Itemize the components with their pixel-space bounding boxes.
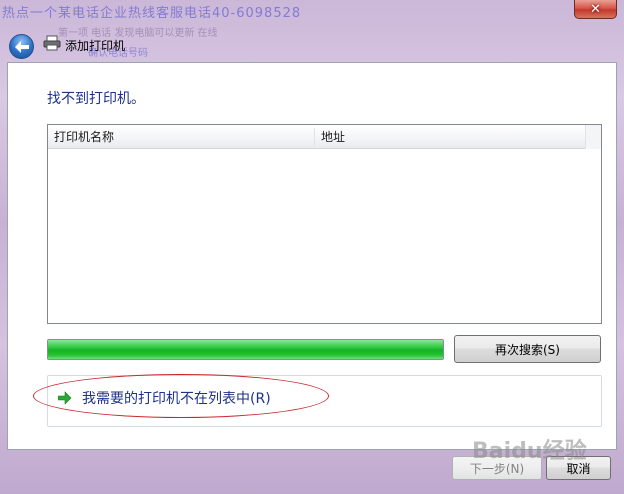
page-heading: 找不到打印机。 [47, 91, 145, 107]
printer-list[interactable]: 打印机名称 地址 [47, 124, 602, 324]
printer-icon [43, 35, 61, 51]
search-progress-bar [47, 339, 444, 360]
header-filler [585, 125, 601, 149]
annotation-ellipse [33, 374, 329, 418]
baidu-watermark: Baidu经验 [472, 438, 587, 464]
progress-fill [48, 340, 443, 359]
close-icon: ✕ [590, 1, 601, 17]
column-header-printer-name[interactable]: 打印机名称 [54, 125, 114, 149]
list-header: 打印机名称 地址 [48, 125, 585, 149]
background-text-line1: 热点一个某电话企业热线客服电话40-6098528 [2, 6, 302, 21]
back-button[interactable] [9, 34, 34, 59]
search-again-button[interactable]: 再次搜索(S) [454, 335, 601, 363]
column-divider[interactable] [314, 128, 315, 146]
window-title: 添加打印机 [65, 39, 126, 53]
close-button[interactable]: ✕ [574, 0, 617, 19]
column-header-address[interactable]: 地址 [321, 125, 345, 149]
svg-text:Baidu经验: Baidu经验 [472, 438, 587, 464]
back-arrow-icon [14, 40, 29, 53]
